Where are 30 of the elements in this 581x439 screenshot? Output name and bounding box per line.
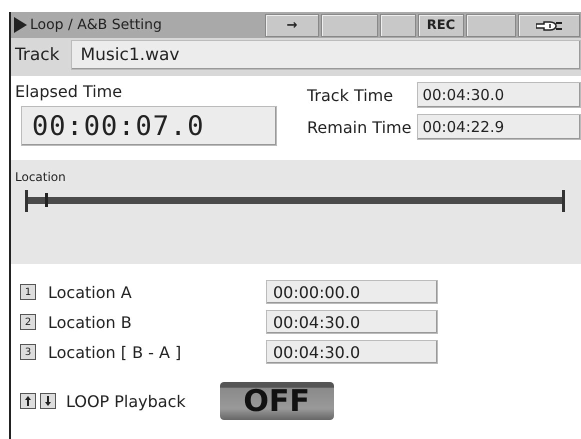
time-field: 00:04:22.9 <box>417 114 581 140</box>
location-time-field: 00:00:00.0 <box>266 280 438 304</box>
location-label: Location <box>15 170 67 184</box>
location-name: Location [ B - A ] <box>48 342 182 362</box>
play-icon <box>14 17 27 33</box>
location-slider[interactable] <box>25 190 565 210</box>
track-field: Music1.wav <box>71 40 581 70</box>
status-cell <box>321 14 378 37</box>
location-time-field: 00:04:30.0 <box>266 310 438 334</box>
elapsed-time-display: 00:00:07.0 <box>21 106 277 146</box>
loop-toggle-button[interactable]: OFF <box>220 382 334 420</box>
status-cell <box>380 14 416 37</box>
elapsed-label: Elapsed Time <box>15 82 124 101</box>
time-field: 00:04:30.0 <box>417 82 581 108</box>
track-label: Track <box>15 45 60 65</box>
time-label: Track Time <box>307 86 394 104</box>
status-indicator: REC <box>418 14 464 37</box>
location-time-field: 00:04:30.0 <box>266 340 438 364</box>
number-key: 3 <box>20 344 36 360</box>
location-name: Location A <box>48 282 133 302</box>
loop-playback-label: LOOP Playback <box>66 392 186 410</box>
number-key: 2 <box>20 314 36 330</box>
location-name: Location B <box>48 312 133 332</box>
number-key: 1 <box>20 284 36 300</box>
status-cell <box>466 14 516 37</box>
plug-icon <box>536 18 562 32</box>
time-label: Remain Time <box>307 118 412 136</box>
window-title: Loop / A&B Setting <box>11 12 264 38</box>
playhead-marker[interactable] <box>45 193 48 207</box>
status-indicator: → <box>265 14 319 37</box>
